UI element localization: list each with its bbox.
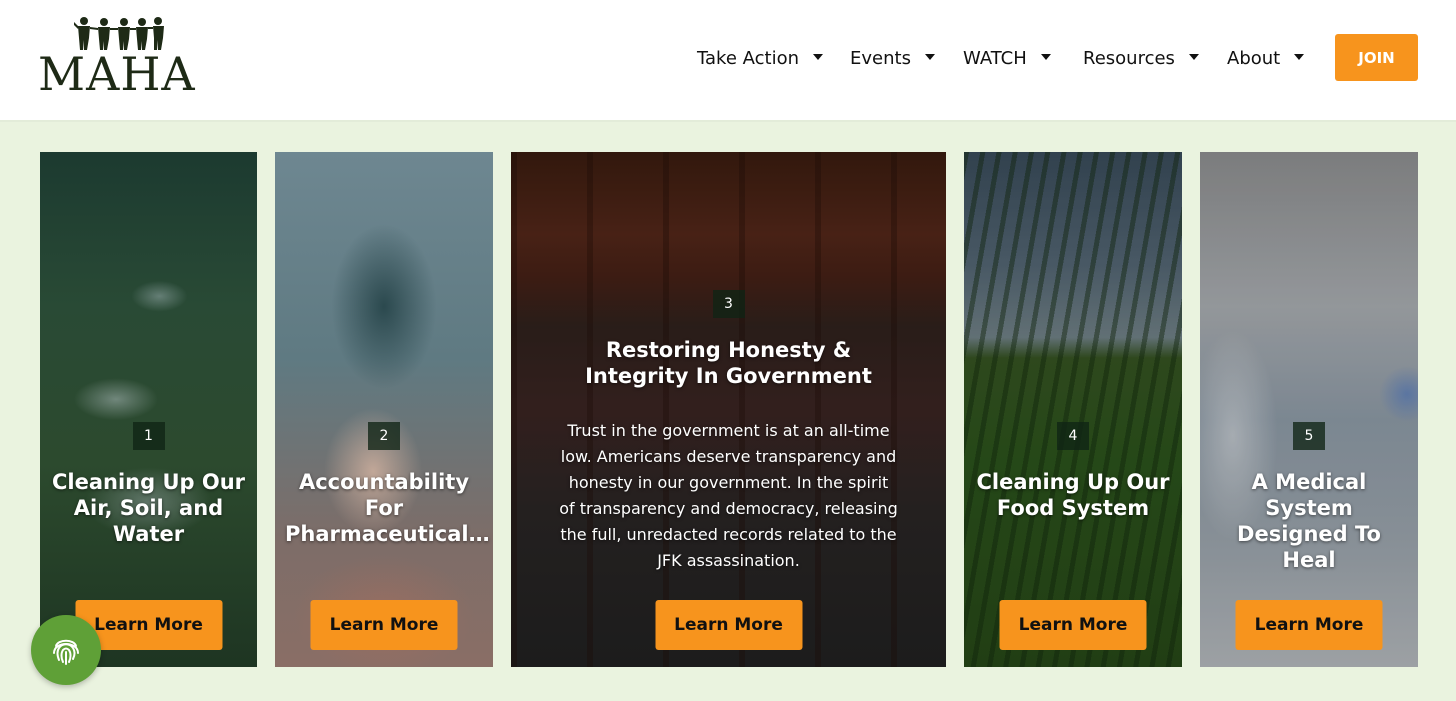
caret-down-icon	[1188, 54, 1199, 60]
logo-wordmark: MAHA	[38, 47, 196, 101]
site-header: MAHA Take Action Events WATCH Resources …	[0, 0, 1456, 122]
card-title: Cleaning Up Our Air, Soil, and Water	[51, 470, 246, 546]
card-3[interactable]: 3 Restoring Honesty & Integrity In Gover…	[511, 152, 946, 667]
learn-more-button[interactable]: Learn More	[310, 600, 458, 650]
join-button[interactable]: JOIN	[1335, 34, 1418, 81]
caret-down-icon	[1040, 54, 1051, 60]
card-title: A Medical System Designed To Heal	[1237, 470, 1381, 572]
nav-item-take-action[interactable]: Take Action	[697, 44, 823, 72]
caret-down-icon	[1294, 54, 1305, 60]
learn-more-button[interactable]: Learn More	[1235, 600, 1383, 650]
caret-down-icon	[813, 54, 823, 60]
nav-item-label: Resources	[1083, 47, 1175, 69]
card-number-badge: 1	[132, 422, 165, 450]
card-number-badge: 5	[1293, 422, 1325, 450]
card-title: Accountability For Pharmaceutical…	[285, 470, 490, 546]
maha-logo[interactable]: MAHA	[38, 16, 200, 98]
card-number-badge: 4	[1057, 422, 1089, 450]
learn-more-button[interactable]: Learn More	[999, 600, 1147, 650]
people-holding-hands-icon	[74, 17, 164, 50]
nav-item-about[interactable]: About	[1227, 44, 1305, 72]
card-number-badge: 3	[712, 290, 745, 318]
card-5[interactable]: 5 A Medical System Designed To Heal Lear…	[1200, 152, 1418, 667]
card-1[interactable]: 1 Cleaning Up Our Air, Soil, and Water L…	[40, 152, 257, 667]
nav-item-label: Events	[850, 47, 911, 69]
card-title: Restoring Honesty & Integrity In Governm…	[585, 338, 872, 388]
nav-item-label: WATCH	[963, 47, 1027, 69]
card-number-badge: 2	[368, 422, 400, 450]
card-description: Trust in the government is at an all-tim…	[559, 421, 898, 570]
card-title: Cleaning Up Our Food System	[976, 470, 1170, 520]
learn-more-button[interactable]: Learn More	[655, 600, 802, 650]
card-4[interactable]: 4 Cleaning Up Our Food System Learn More	[964, 152, 1182, 667]
nav-item-label: About	[1227, 47, 1281, 69]
nav-item-resources[interactable]: Resources	[1083, 44, 1199, 72]
fingerprint-widget-button[interactable]	[31, 615, 101, 685]
fingerprint-icon	[53, 639, 79, 665]
nav-item-events[interactable]: Events	[850, 44, 935, 72]
card-2[interactable]: 2 Accountability For Pharmaceutical… Lea…	[275, 152, 493, 667]
nav-item-watch[interactable]: WATCH	[963, 44, 1051, 72]
nav-item-label: Take Action	[697, 47, 799, 69]
caret-down-icon	[924, 54, 935, 60]
